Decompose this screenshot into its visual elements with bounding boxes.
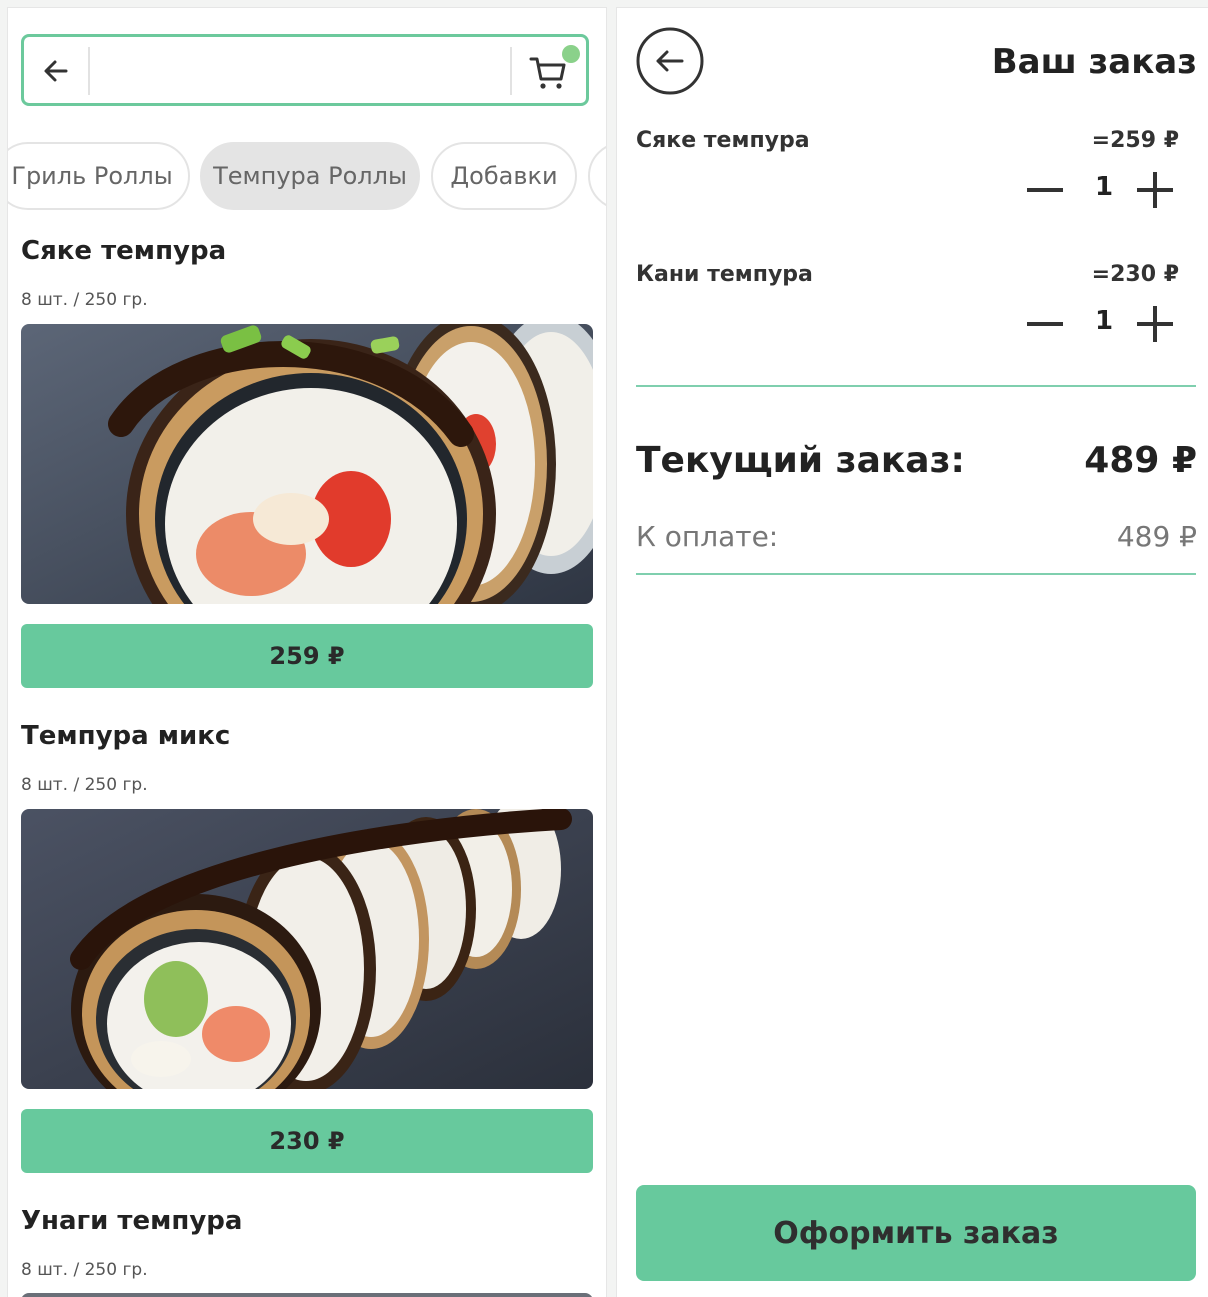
to-pay-label: К оплате: (636, 520, 779, 553)
checkout-button[interactable]: Оформить заказ (636, 1185, 1196, 1281)
add-to-cart-button[interactable]: 259 ₽ (21, 624, 593, 688)
product-title: Сяке темпура (21, 236, 227, 266)
quantity-stepper: 1 (1027, 168, 1187, 212)
minus-icon[interactable] (1027, 322, 1063, 326)
category-tabs: Гриль Роллы Темпура Роллы Добавки (8, 142, 606, 214)
search-input[interactable] (98, 49, 502, 95)
search-bar (21, 34, 589, 106)
tab-tempura-rolls[interactable]: Темпура Роллы (200, 142, 420, 210)
tab-extras[interactable]: Добавки (431, 142, 577, 210)
minus-icon[interactable] (1027, 188, 1063, 192)
quantity-stepper: 1 (1027, 302, 1187, 346)
order-item-price: =230 ₽ (1091, 262, 1179, 287)
page-title: Ваш заказ (991, 42, 1197, 82)
order-panel: Ваш заказ Сяке темпура =259 ₽ 1 Кани тем… (616, 7, 1208, 1297)
product-photo[interactable] (21, 809, 593, 1089)
tab-grill-rolls[interactable]: Гриль Роллы (8, 142, 190, 210)
plus-icon[interactable] (1137, 172, 1173, 208)
cart-divider (510, 47, 512, 95)
product-title: Унаги темпура (21, 1206, 243, 1236)
add-to-cart-button[interactable]: 230 ₽ (21, 1109, 593, 1173)
catalog-panel: Гриль Роллы Темпура Роллы Добавки Сяке т… (7, 7, 607, 1297)
plus-icon[interactable] (1137, 306, 1173, 342)
current-order-total: 489 ₽ (1084, 440, 1197, 481)
product-title: Темпура микс (21, 721, 231, 751)
to-pay-value: 489 ₽ (1116, 520, 1197, 553)
divider (636, 385, 1196, 387)
back-circle-icon[interactable] (636, 27, 704, 95)
order-item-price: =259 ₽ (1091, 128, 1179, 153)
back-arrow-icon[interactable] (40, 55, 72, 87)
quantity-value: 1 (1094, 306, 1114, 336)
search-divider (88, 47, 90, 95)
product-photo[interactable] (21, 324, 593, 604)
quantity-value: 1 (1094, 172, 1114, 202)
current-order-label: Текущий заказ: (636, 440, 965, 481)
cart-icon[interactable] (528, 53, 568, 93)
order-item-name: Кани темпура (636, 262, 813, 287)
product-photo[interactable] (21, 1293, 593, 1297)
tab-more[interactable] (588, 142, 606, 210)
product-meta: 8 шт. / 250 гр. (21, 290, 148, 310)
divider (636, 573, 1196, 575)
product-meta: 8 шт. / 250 гр. (21, 775, 148, 795)
cart-badge (562, 45, 580, 63)
order-item-name: Сяке темпура (636, 128, 810, 153)
product-meta: 8 шт. / 250 гр. (21, 1260, 148, 1280)
